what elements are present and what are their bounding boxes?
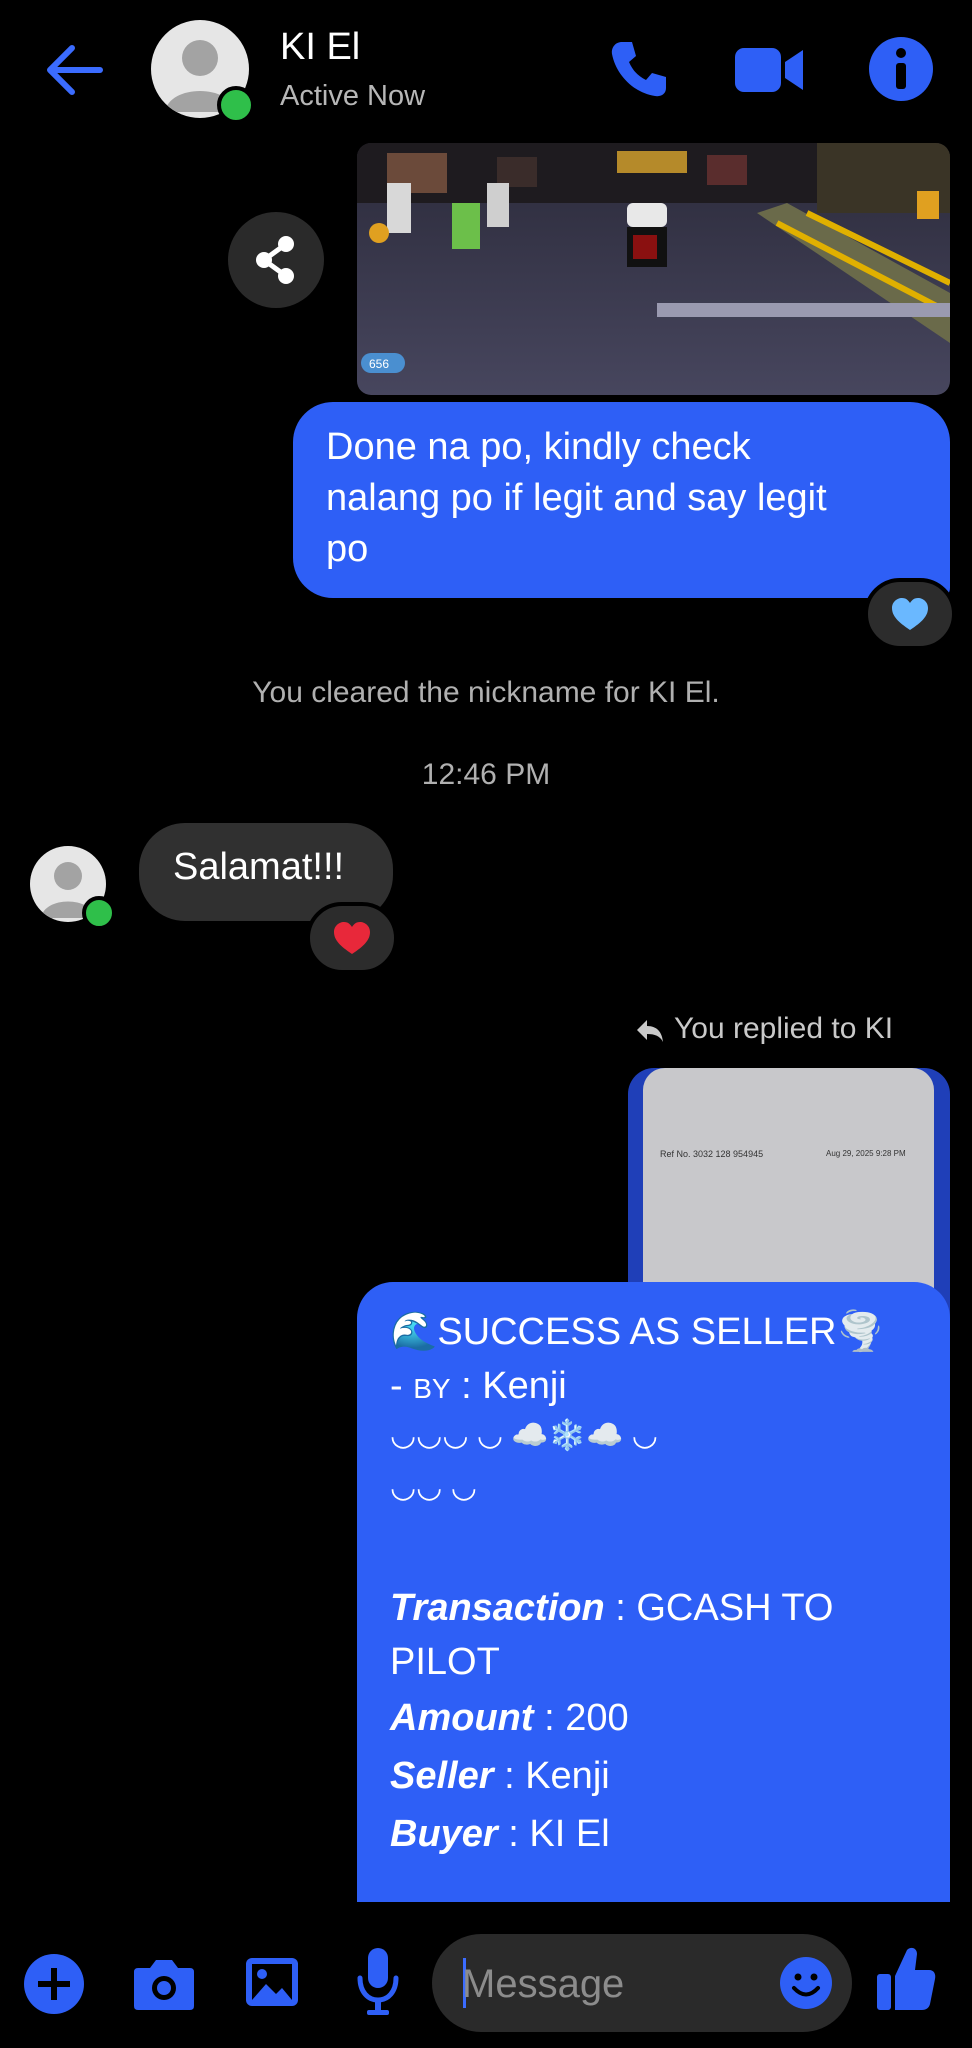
timestamp: 12:46 PM — [421, 758, 551, 791]
camera-icon — [134, 1960, 194, 2010]
like-button[interactable] — [875, 1942, 937, 2014]
online-indicator — [82, 896, 116, 930]
sent-message-text: Done na po, kindly check nalang po if le… — [326, 426, 827, 570]
transaction-value-continued: PILOT — [390, 1641, 500, 1683]
info-icon — [869, 37, 933, 101]
buyer-value: : KI El — [497, 1813, 610, 1855]
system-note: You cleared the nickname for KI El. — [252, 676, 720, 709]
arrow-left-icon — [47, 45, 103, 95]
quoted-receipt-paper — [643, 1068, 934, 1318]
voice-call-button[interactable] — [608, 38, 670, 100]
video-call-button[interactable] — [733, 42, 805, 98]
reaction-badge[interactable] — [306, 902, 398, 974]
smiley-icon — [780, 1957, 832, 2009]
amount-line: Amount : 200 — [390, 1692, 629, 1744]
by-label: BY — [413, 1373, 451, 1404]
reply-label: You replied to KI — [674, 1012, 894, 1045]
receipt-by-line: - BY : Kenji — [390, 1360, 567, 1415]
reaction-badge[interactable] — [864, 578, 956, 650]
blue-heart-icon — [892, 598, 928, 630]
seller-line: Seller : Kenji — [390, 1750, 610, 1802]
transaction-label: Transaction — [390, 1587, 605, 1629]
tornado-icon: 🌪️ — [836, 1311, 884, 1353]
buyer-line: Buyer : KI El — [390, 1808, 610, 1860]
back-button[interactable] — [42, 40, 108, 100]
voice-message-button[interactable] — [355, 1944, 401, 2020]
seller-label: Seller — [390, 1755, 494, 1797]
amount-value: : 200 — [533, 1697, 629, 1739]
transaction-line: Transaction : GCASH TO — [390, 1582, 833, 1634]
gallery-button[interactable] — [242, 1950, 302, 2014]
svg-text:656: 656 — [369, 357, 389, 371]
more-actions-button[interactable] — [22, 1952, 86, 2016]
buyer-label: Buyer — [390, 1813, 498, 1855]
decorative-line: ◡◡◡ ◡ ☁️❄️☁️ ◡ — [390, 1419, 658, 1452]
active-status: Active Now — [280, 80, 426, 112]
share-button[interactable] — [228, 212, 324, 308]
camera-button[interactable] — [130, 1952, 198, 2016]
video-camera-icon — [735, 48, 803, 92]
by-value: : Kenji — [450, 1365, 567, 1407]
shared-game-screenshot[interactable]: 656 — [357, 143, 950, 395]
plus-icon — [24, 1954, 84, 2014]
microphone-icon — [357, 1948, 399, 2015]
amount-label: Amount — [390, 1697, 534, 1739]
received-message-text: Salamat!!! — [173, 846, 345, 888]
online-indicator — [217, 86, 255, 124]
decorative-line: ◡◡ ◡ — [390, 1471, 477, 1504]
by-prefix: - — [390, 1365, 414, 1407]
info-button[interactable] — [867, 35, 935, 103]
reply-icon — [635, 1018, 665, 1044]
receipt-reference-number: Ref No. 3032 128 954945 — [660, 1149, 764, 1159]
transaction-value: : GCASH TO — [604, 1587, 834, 1629]
receipt-date: Aug 29, 2025 9:28 PM — [826, 1149, 906, 1158]
red-heart-icon — [334, 922, 370, 954]
share-icon — [256, 236, 294, 284]
receipt-title-line: 🌊SUCCESS AS SELLER🌪️ — [390, 1306, 884, 1358]
thumbs-up-icon — [877, 1947, 936, 2010]
image-icon — [246, 1958, 298, 2006]
seller-value: : Kenji — [493, 1755, 610, 1797]
receipt-title: SUCCESS AS SELLER — [437, 1311, 837, 1353]
game-scene-image: 656 — [357, 143, 950, 395]
emoji-button[interactable] — [778, 1955, 834, 2011]
phone-icon — [611, 42, 666, 97]
wave-icon: 🌊 — [390, 1311, 438, 1353]
contact-name[interactable]: KI El — [280, 26, 360, 69]
message-placeholder: Message — [462, 1962, 625, 2006]
